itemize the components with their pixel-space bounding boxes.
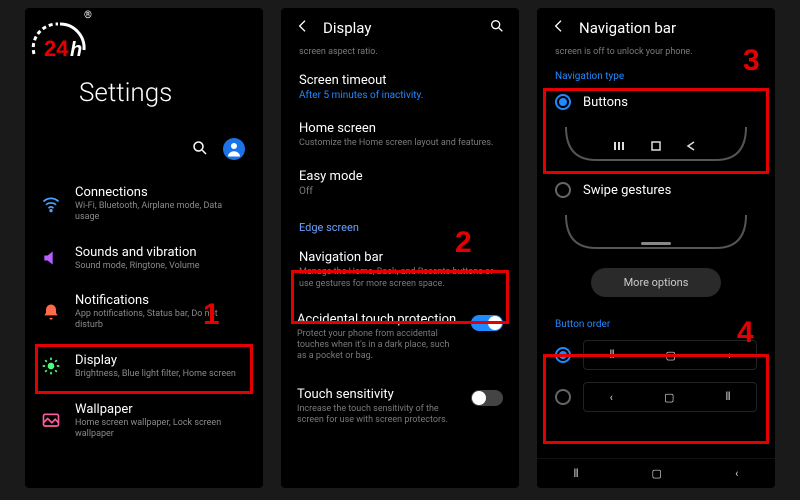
radio-selected-icon xyxy=(555,94,571,110)
row-title: Screen timeout xyxy=(299,73,501,88)
search-icon[interactable] xyxy=(191,139,209,160)
button-order-option-1[interactable]: ⦀ ▢ ‹ xyxy=(537,334,775,376)
search-icon[interactable] xyxy=(489,18,505,37)
option-swipe[interactable]: Swipe gestures xyxy=(537,174,775,206)
row-sub: Manage the Home, Back, and Recents butto… xyxy=(299,267,501,290)
screenshot-settings: Settings ConnectionsWi-Fi, Bluetooth, Ai… xyxy=(25,8,263,488)
sound-icon xyxy=(41,248,61,268)
toggle-sensitivity[interactable] xyxy=(471,390,503,406)
option-buttons[interactable]: Buttons xyxy=(537,86,775,118)
row-value: After 5 minutes of inactivity. xyxy=(299,90,501,101)
row-accidental-touch[interactable]: Accidental touch protection Protect your… xyxy=(281,300,519,375)
page-title: Display xyxy=(323,19,477,37)
home-icon[interactable]: ▢ xyxy=(652,467,662,480)
wifi-icon xyxy=(41,194,61,214)
back-nav-icon: ‹ xyxy=(610,391,613,404)
item-title: Notifications xyxy=(75,293,247,308)
truncated-hint: screen aspect ratio. xyxy=(281,47,519,63)
back-nav-icon: ‹ xyxy=(727,349,730,362)
bell-icon xyxy=(41,302,61,322)
toggle-accidental[interactable] xyxy=(471,315,503,331)
home-icon: ▢ xyxy=(666,349,676,362)
preview-buttons xyxy=(555,122,757,166)
option-label: Swipe gestures xyxy=(583,183,671,198)
row-title: Navigation bar xyxy=(299,250,501,265)
item-title: Sounds and vibration xyxy=(75,245,247,260)
display-icon xyxy=(41,356,61,376)
item-sub: Wi-Fi, Bluetooth, Airplane mode, Data us… xyxy=(75,201,247,223)
row-navigation-bar[interactable]: Navigation bar Manage the Home, Back, an… xyxy=(281,240,519,300)
button-order-option-2[interactable]: ‹ ▢ ⦀ xyxy=(537,376,775,418)
home-icon: ▢ xyxy=(664,391,674,404)
row-sub: Protect your phone from accidental touch… xyxy=(297,329,461,363)
settings-list: ConnectionsWi-Fi, Bluetooth, Airplane mo… xyxy=(25,174,263,450)
screenshot-display: Display screen aspect ratio. Screen time… xyxy=(281,8,519,488)
row-easy-mode[interactable]: Easy mode Off xyxy=(281,159,519,207)
row-touch-sensitivity[interactable]: Touch sensitivity Increase the touch sen… xyxy=(281,375,519,439)
account-avatar[interactable] xyxy=(223,138,245,160)
item-title: Wallpaper xyxy=(75,402,247,417)
row-value: Off xyxy=(299,186,501,197)
recents-icon: ⦀ xyxy=(726,390,731,404)
row-title: Accidental touch protection xyxy=(297,312,461,327)
settings-item-notifications[interactable]: NotificationsApp notifications, Status b… xyxy=(25,282,263,342)
screenshot-navigation-bar: Navigation bar screen is off to unlock y… xyxy=(537,8,775,488)
row-title: Home screen xyxy=(299,121,501,136)
recents-icon: ⦀ xyxy=(610,348,615,362)
radio-selected-icon xyxy=(555,347,571,363)
row-title: Easy mode xyxy=(299,169,501,184)
option-label: Buttons xyxy=(583,95,628,110)
settings-item-wallpaper[interactable]: WallpaperHome screen wallpaper, Lock scr… xyxy=(25,391,263,451)
item-sub: App notifications, Status bar, Do not di… xyxy=(75,309,247,331)
section-nav-type: Navigation type xyxy=(537,63,775,86)
recents-icon[interactable]: ⦀ xyxy=(574,467,579,481)
row-sub: Increase the touch sensitivity of the sc… xyxy=(297,404,461,427)
settings-item-display[interactable]: DisplayBrightness, Blue light filter, Ho… xyxy=(25,342,263,391)
system-nav-bar: ⦀ ▢ ‹ xyxy=(537,458,775,488)
row-home-screen[interactable]: Home screen Customize the Home screen la… xyxy=(281,111,519,159)
truncated-hint: screen is off to unlock your phone. xyxy=(537,47,775,63)
more-options-button[interactable]: More options xyxy=(591,268,721,297)
preview-swipe xyxy=(555,210,757,254)
section-button-order: Button order xyxy=(537,311,775,334)
row-title: Touch sensitivity xyxy=(297,387,461,402)
settings-item-sounds[interactable]: Sounds and vibrationSound mode, Ringtone… xyxy=(25,234,263,283)
item-sub: Home screen wallpaper, Lock screen wallp… xyxy=(75,418,247,440)
settings-item-connections[interactable]: ConnectionsWi-Fi, Bluetooth, Airplane mo… xyxy=(25,174,263,234)
radio-unselected-icon xyxy=(555,389,571,405)
wallpaper-icon xyxy=(41,411,61,431)
radio-unselected-icon xyxy=(555,182,571,198)
item-title: Connections xyxy=(75,185,247,200)
back-icon[interactable] xyxy=(551,18,567,37)
item-title: Display xyxy=(75,353,247,368)
row-screen-timeout[interactable]: Screen timeout After 5 minutes of inacti… xyxy=(281,63,519,111)
item-sub: Brightness, Blue light filter, Home scre… xyxy=(75,369,247,380)
item-sub: Sound mode, Ringtone, Volume xyxy=(75,261,247,272)
section-edge: Edge screen xyxy=(281,207,519,240)
page-title: Settings xyxy=(79,78,243,108)
row-sub: Customize the Home screen layout and fea… xyxy=(299,138,501,149)
back-nav-icon[interactable]: ‹ xyxy=(735,467,738,480)
back-icon[interactable] xyxy=(295,18,311,37)
page-title: Navigation bar xyxy=(579,19,761,37)
